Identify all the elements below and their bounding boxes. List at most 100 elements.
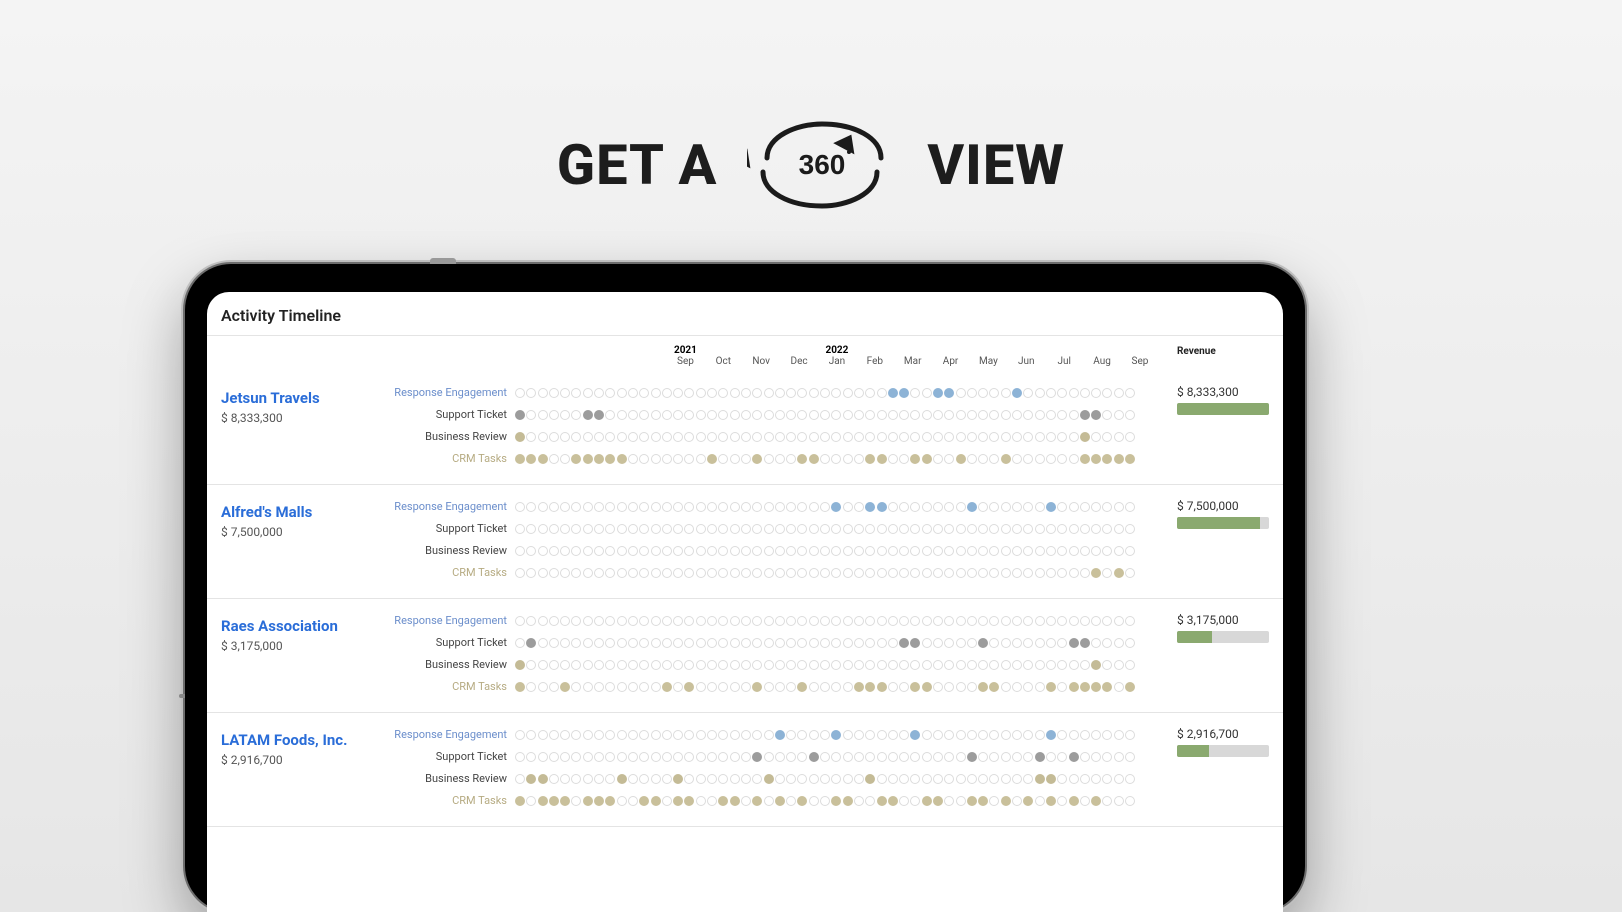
timeline-dot — [944, 410, 954, 420]
timeline-dot — [730, 410, 740, 420]
timeline-dot — [944, 796, 954, 806]
timeline-dot — [526, 502, 536, 512]
timeline-dot — [797, 730, 807, 740]
timeline-dot — [1035, 638, 1045, 648]
track-label: Response Engagement — [391, 500, 515, 513]
timeline-dot — [628, 774, 638, 784]
track-biz: Business Review — [391, 429, 1159, 444]
timeline-dot — [515, 432, 525, 442]
timeline-dot — [967, 616, 977, 626]
timeline-dot — [1069, 682, 1079, 692]
timeline-dot — [515, 616, 525, 626]
timeline-dot — [549, 568, 559, 578]
timeline-dot — [820, 524, 830, 534]
timeline-dot — [605, 796, 615, 806]
timeline-dot — [1091, 454, 1101, 464]
timeline-dot — [752, 774, 762, 784]
timeline-dot — [989, 682, 999, 692]
timeline-dot — [571, 730, 581, 740]
timeline-dot — [978, 682, 988, 692]
timeline-dot — [617, 682, 627, 692]
timeline-dot — [809, 638, 819, 648]
timeline-dot — [515, 730, 525, 740]
timeline-dot — [1046, 524, 1056, 534]
timeline-dot — [1069, 796, 1079, 806]
timeline-dot — [617, 524, 627, 534]
timeline-dot — [899, 682, 909, 692]
timeline-dot — [843, 524, 853, 534]
timeline-dot — [764, 432, 774, 442]
timeline-dot — [843, 752, 853, 762]
timeline-dot — [764, 410, 774, 420]
timeline-dot — [910, 752, 920, 762]
timeline-dot — [1023, 388, 1033, 398]
timeline-dot — [820, 454, 830, 464]
revenue-bar — [1177, 631, 1269, 643]
timeline-dot — [696, 752, 706, 762]
timeline-dot — [967, 432, 977, 442]
timeline-dot — [944, 730, 954, 740]
timeline-dot — [809, 410, 819, 420]
timeline-dot — [899, 568, 909, 578]
timeline-dot — [1125, 454, 1135, 464]
timeline-dot — [560, 752, 570, 762]
timeline-dot — [684, 388, 694, 398]
account-name-link[interactable]: Raes Association — [221, 617, 391, 635]
account-name-link[interactable]: Jetsun Travels — [221, 389, 391, 407]
timeline-dot — [775, 752, 785, 762]
timeline-dot — [775, 502, 785, 512]
timeline-dot — [775, 454, 785, 464]
account-name-link[interactable]: Alfred's Malls — [221, 503, 391, 521]
timeline-dot — [1001, 682, 1011, 692]
timeline-dot — [865, 638, 875, 648]
timeline-dot — [956, 546, 966, 556]
timeline-dot — [560, 432, 570, 442]
timeline-dot — [764, 730, 774, 740]
timeline-dot — [639, 638, 649, 648]
timeline-dot — [910, 796, 920, 806]
timeline-dot — [854, 432, 864, 442]
timeline-dot — [662, 616, 672, 626]
timeline-dot — [989, 454, 999, 464]
timeline-dot — [797, 682, 807, 692]
timeline-dot — [764, 616, 774, 626]
timeline-dot — [617, 774, 627, 784]
timeline-dot — [854, 752, 864, 762]
timeline-dot — [594, 682, 604, 692]
timeline-dot — [684, 682, 694, 692]
account-name-link[interactable]: LATAM Foods, Inc. — [221, 731, 391, 749]
timeline-dot — [560, 730, 570, 740]
track-sup: Support Ticket — [391, 635, 1159, 650]
timeline-dot — [583, 454, 593, 464]
timeline-dot — [752, 502, 762, 512]
track-label: Response Engagement — [391, 614, 515, 627]
timeline-dot — [583, 410, 593, 420]
timeline-dot — [549, 432, 559, 442]
timeline-dot — [764, 546, 774, 556]
timeline-dot — [1125, 774, 1135, 784]
timeline-dot — [910, 616, 920, 626]
timeline-dot — [662, 524, 672, 534]
track-label: Response Engagement — [391, 386, 515, 399]
timeline-dot — [617, 796, 627, 806]
timeline-dot — [549, 682, 559, 692]
timeline-dot — [797, 432, 807, 442]
timeline-dot — [651, 774, 661, 784]
timeline-dot — [515, 524, 525, 534]
timeline-dot — [956, 660, 966, 670]
timeline-dot — [967, 502, 977, 512]
timeline-dot — [549, 616, 559, 626]
account-row: Alfred's Malls$ 7,500,000Response Engage… — [207, 485, 1283, 599]
timeline-dot — [831, 410, 841, 420]
timeline-dot — [515, 546, 525, 556]
revenue-bar — [1177, 403, 1269, 415]
timeline-dot — [1091, 568, 1101, 578]
timeline-dot — [515, 660, 525, 670]
timeline-dot — [989, 568, 999, 578]
timeline-dot — [877, 638, 887, 648]
timeline-dot — [538, 774, 548, 784]
timeline-dot — [549, 796, 559, 806]
timeline-dot — [673, 752, 683, 762]
timeline-dot — [515, 682, 525, 692]
timeline-dot — [978, 730, 988, 740]
